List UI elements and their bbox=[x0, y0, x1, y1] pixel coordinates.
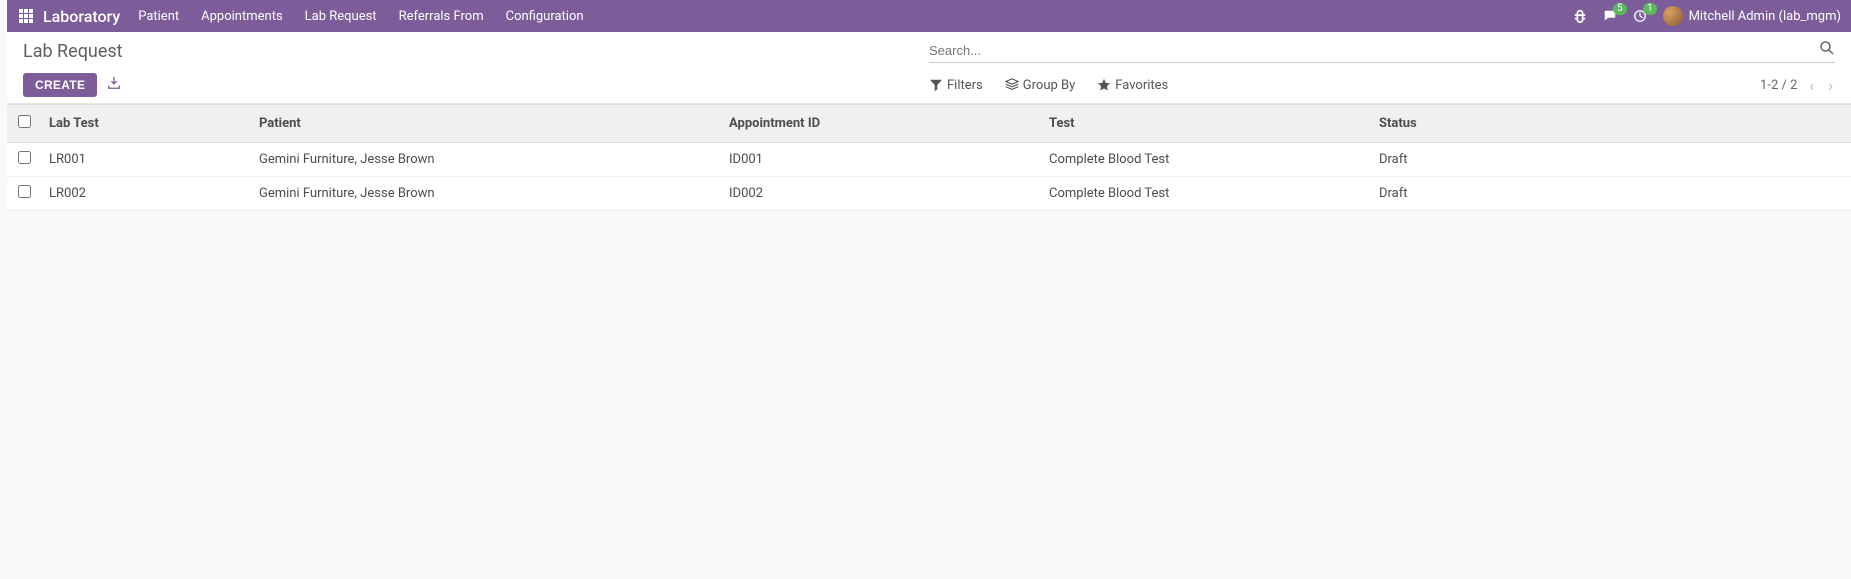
col-header-patient[interactable]: Patient bbox=[251, 105, 721, 143]
create-button[interactable]: CREATE bbox=[23, 73, 97, 97]
cell-test: Complete Blood Test bbox=[1041, 143, 1371, 177]
favorites-label: Favorites bbox=[1115, 78, 1168, 93]
systray: 5 1 Mitchell Admin (lab_mgm) bbox=[1573, 6, 1841, 26]
star-icon bbox=[1097, 78, 1111, 92]
filters-button[interactable]: Filters bbox=[929, 78, 983, 93]
layers-icon bbox=[1005, 78, 1019, 92]
main-menu: Patient Appointments Lab Request Referra… bbox=[138, 9, 583, 24]
page-title: Lab Request bbox=[23, 41, 929, 62]
import-icon[interactable] bbox=[107, 76, 121, 94]
col-header-labtest[interactable]: Lab Test bbox=[41, 105, 251, 143]
row-checkbox[interactable] bbox=[18, 185, 31, 198]
menu-patient[interactable]: Patient bbox=[138, 9, 179, 24]
activities-icon[interactable]: 1 bbox=[1633, 9, 1647, 23]
menu-referrals-from[interactable]: Referrals From bbox=[399, 9, 484, 24]
menu-appointments[interactable]: Appointments bbox=[201, 9, 283, 24]
activities-badge: 1 bbox=[1643, 3, 1657, 15]
app-brand[interactable]: Laboratory bbox=[43, 7, 120, 26]
debug-icon[interactable] bbox=[1573, 9, 1587, 23]
menu-configuration[interactable]: Configuration bbox=[506, 9, 584, 24]
pager-text: 1-2 / 2 bbox=[1760, 78, 1797, 93]
filters-label: Filters bbox=[947, 78, 983, 93]
avatar bbox=[1663, 6, 1683, 26]
groupby-label: Group By bbox=[1023, 78, 1076, 93]
cell-labtest: LR002 bbox=[41, 177, 251, 211]
col-header-appointment[interactable]: Appointment ID bbox=[721, 105, 1041, 143]
search-bar[interactable] bbox=[929, 40, 1835, 63]
messages-badge: 5 bbox=[1613, 3, 1627, 15]
cell-patient: Gemini Furniture, Jesse Brown bbox=[251, 143, 721, 177]
apps-icon[interactable] bbox=[19, 9, 33, 23]
search-icon[interactable] bbox=[1819, 40, 1835, 60]
col-header-status[interactable]: Status bbox=[1371, 105, 1851, 143]
cell-status: Draft bbox=[1371, 143, 1851, 177]
cell-test: Complete Blood Test bbox=[1041, 177, 1371, 211]
control-panel: Lab Request CREATE Filters Group By bbox=[7, 32, 1851, 104]
cell-patient: Gemini Furniture, Jesse Brown bbox=[251, 177, 721, 211]
table-header-row: Lab Test Patient Appointment ID Test Sta… bbox=[7, 105, 1851, 143]
pager-next-icon[interactable]: › bbox=[1826, 76, 1835, 95]
row-checkbox[interactable] bbox=[18, 151, 31, 164]
username: Mitchell Admin (lab_mgm) bbox=[1689, 9, 1841, 24]
messages-icon[interactable]: 5 bbox=[1603, 9, 1617, 23]
cell-appointment: ID002 bbox=[721, 177, 1041, 211]
table-row[interactable]: LR002 Gemini Furniture, Jesse Brown ID00… bbox=[7, 177, 1851, 211]
favorites-button[interactable]: Favorites bbox=[1097, 78, 1168, 93]
menu-lab-request[interactable]: Lab Request bbox=[305, 9, 377, 24]
cell-appointment: ID001 bbox=[721, 143, 1041, 177]
table-row[interactable]: LR001 Gemini Furniture, Jesse Brown ID00… bbox=[7, 143, 1851, 177]
col-header-test[interactable]: Test bbox=[1041, 105, 1371, 143]
top-navbar: Laboratory Patient Appointments Lab Requ… bbox=[7, 0, 1851, 32]
user-menu[interactable]: Mitchell Admin (lab_mgm) bbox=[1663, 6, 1841, 26]
list-view: Lab Test Patient Appointment ID Test Sta… bbox=[7, 104, 1851, 211]
cell-labtest: LR001 bbox=[41, 143, 251, 177]
groupby-button[interactable]: Group By bbox=[1005, 78, 1076, 93]
cell-status: Draft bbox=[1371, 177, 1851, 211]
select-all-checkbox[interactable] bbox=[18, 115, 31, 128]
funnel-icon bbox=[929, 78, 943, 92]
search-input[interactable] bbox=[929, 43, 1811, 58]
pager-prev-icon[interactable]: ‹ bbox=[1807, 76, 1816, 95]
